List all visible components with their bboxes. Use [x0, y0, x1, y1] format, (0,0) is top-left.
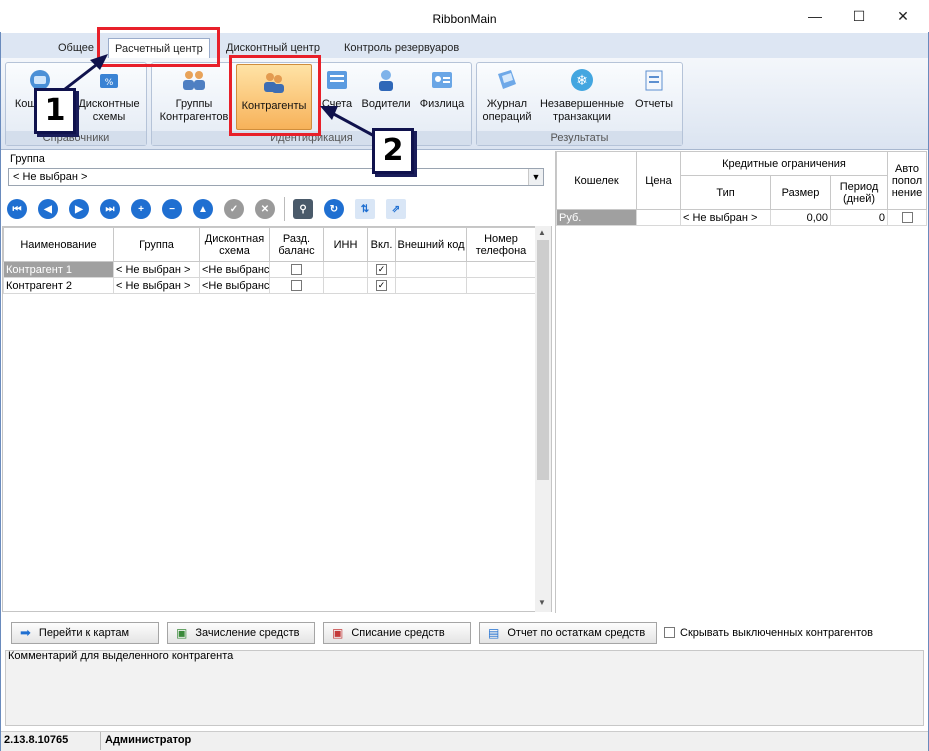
annotation-arrows	[55, 54, 379, 140]
arrow-2-head	[320, 106, 338, 120]
callout-2: 2	[372, 128, 414, 174]
arrow-2-line	[329, 110, 379, 140]
callout-1: 1	[34, 88, 76, 134]
